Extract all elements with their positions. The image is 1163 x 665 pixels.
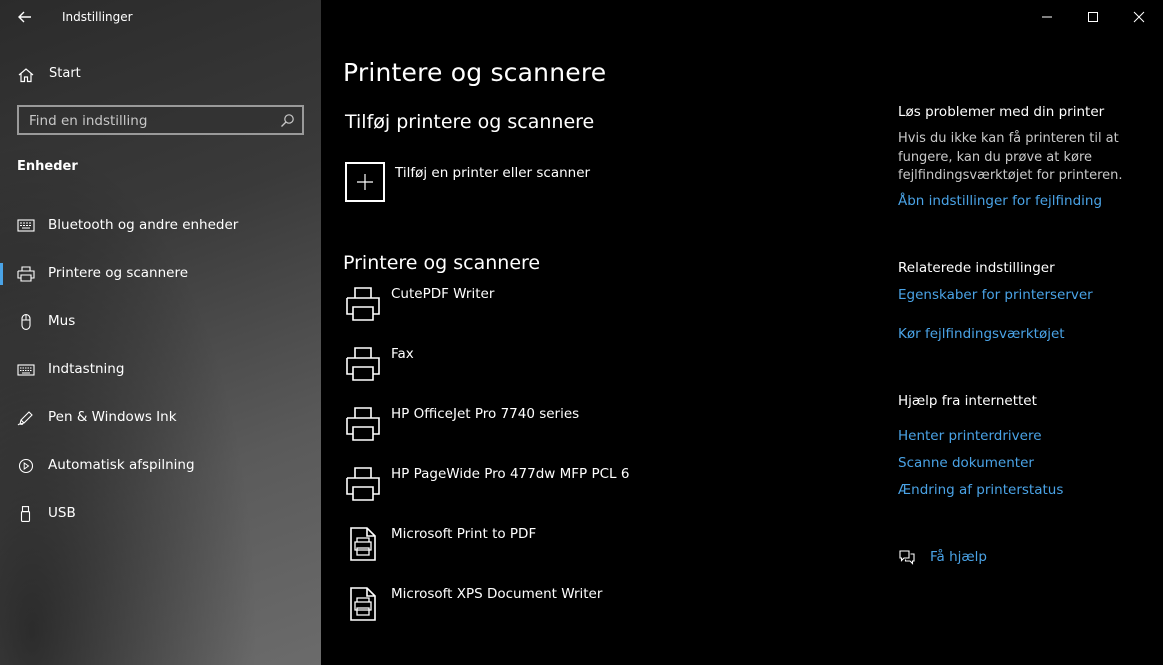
help-heading: Hjælp fra internettet <box>898 393 1037 409</box>
printer-icon <box>346 407 380 441</box>
related-settings-heading: Relaterede indstillinger <box>898 260 1055 276</box>
printer-icon <box>346 287 380 321</box>
pen-icon <box>17 411 33 426</box>
printer-name: Microsoft XPS Document Writer <box>391 586 603 602</box>
close-icon <box>1133 11 1145 23</box>
maximize-button[interactable] <box>1070 0 1116 34</box>
sidebar-item-label: Automatisk afspilning <box>48 457 195 473</box>
titlebar-left: Indstillinger <box>0 0 321 34</box>
sidebar-item-printers[interactable]: Printere og scannere <box>0 250 321 298</box>
sidebar-item-label: USB <box>48 505 76 521</box>
printer-name: Microsoft Print to PDF <box>391 526 537 542</box>
printer-name: HP PageWide Pro 477dw MFP PCL 6 <box>391 466 630 482</box>
printer-icon <box>346 467 380 501</box>
search-placeholder: Find en indstilling <box>29 113 148 129</box>
document-printer-icon <box>350 587 376 621</box>
search-input[interactable]: Find en indstilling <box>17 105 304 135</box>
scan-documents-link[interactable]: Scanne dokumenter <box>898 455 1034 471</box>
back-arrow-icon <box>18 11 31 23</box>
close-button[interactable] <box>1116 0 1162 34</box>
sidebar-item-label: Mus <box>48 313 76 329</box>
troubleshoot-text: Hvis du ikke kan få printeren til at fun… <box>898 131 1123 183</box>
back-button[interactable] <box>12 6 38 28</box>
change-printer-status-link[interactable]: Ændring af printerstatus <box>898 482 1063 498</box>
page-title: Printere og scannere <box>343 58 607 87</box>
add-section-heading: Tilføj printere og scannere <box>345 111 595 133</box>
sidebar-item-typing[interactable]: Indtastning <box>0 346 321 394</box>
add-printer-button[interactable] <box>345 162 385 202</box>
printer-list-heading: Printere og scannere <box>343 252 541 274</box>
maximize-icon <box>1088 12 1098 22</box>
nav-home[interactable]: Start <box>0 60 321 90</box>
printer-item[interactable]: HP PageWide Pro 477dw MFP PCL 6 <box>343 466 763 516</box>
printer-item[interactable]: CutePDF Writer <box>343 286 763 336</box>
app-title: Indstillinger <box>62 10 133 24</box>
sidebar-item-usb[interactable]: USB <box>0 490 321 538</box>
run-troubleshooter-link[interactable]: Kør fejlfindingsværktøjet <box>898 326 1065 342</box>
usb-icon <box>20 506 31 522</box>
search-icon <box>281 114 294 127</box>
printer-item[interactable]: Fax <box>343 346 763 396</box>
nav-home-label: Start <box>49 66 81 81</box>
sidebar-item-mouse[interactable]: Mus <box>0 298 321 346</box>
printer-item[interactable]: Microsoft XPS Document Writer <box>343 586 763 636</box>
sidebar-item-label: Bluetooth og andre enheder <box>48 217 239 233</box>
sidebar-item-label: Printere og scannere <box>48 265 189 281</box>
troubleshoot-link[interactable]: Åbn indstillinger for fejlfinding <box>898 193 1102 209</box>
bluetooth-devices-icon <box>17 219 35 232</box>
sidebar-item-label: Pen & Windows Ink <box>48 409 177 425</box>
troubleshoot-heading: Løs problemer med din printer <box>898 104 1105 120</box>
mouse-icon <box>21 314 31 330</box>
autoplay-icon <box>18 458 34 474</box>
nav-list: Bluetooth og andre enheder Printere og s… <box>0 202 321 538</box>
printer-name: Fax <box>391 346 414 362</box>
sidebar-item-label: Indtastning <box>48 361 125 377</box>
get-help-label: Få hjælp <box>930 549 987 565</box>
printer-item[interactable]: HP OfficeJet Pro 7740 series <box>343 406 763 456</box>
printer-name: HP OfficeJet Pro 7740 series <box>391 406 580 422</box>
printer-icon <box>17 266 35 282</box>
home-icon <box>18 68 34 83</box>
chat-help-icon <box>899 550 915 565</box>
section-heading: Enheder <box>17 159 78 174</box>
get-help-button[interactable]: Få hjælp <box>898 548 1018 568</box>
minimize-button[interactable] <box>1024 0 1070 34</box>
printer-item[interactable]: Microsoft Print to PDF <box>343 526 763 576</box>
add-printer-label[interactable]: Tilføj en printer eller scanner <box>395 165 590 181</box>
printer-icon <box>346 347 380 381</box>
sidebar-item-autoplay[interactable]: Automatisk afspilning <box>0 442 321 490</box>
sidebar: Indstillinger Start Find en indstilling … <box>0 0 321 665</box>
download-drivers-link[interactable]: Henter printerdrivere <box>898 428 1042 444</box>
sidebar-item-bluetooth[interactable]: Bluetooth og andre enheder <box>0 202 321 250</box>
keyboard-icon <box>17 364 35 376</box>
printer-server-properties-link[interactable]: Egenskaber for printerserver <box>898 287 1093 303</box>
printer-name: CutePDF Writer <box>391 286 495 302</box>
minimize-icon <box>1042 16 1052 18</box>
sidebar-item-pen[interactable]: Pen & Windows Ink <box>0 394 321 442</box>
document-printer-icon <box>350 527 376 561</box>
plus-icon <box>357 174 373 190</box>
active-indicator <box>0 263 3 285</box>
